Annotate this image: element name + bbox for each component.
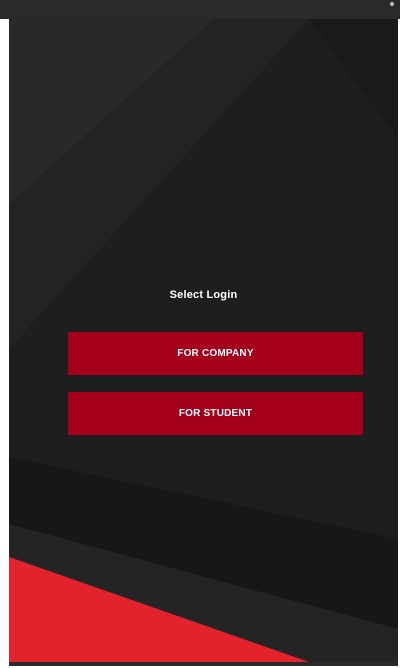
for-student-button[interactable]: FOR STUDENT [68,392,363,435]
bottom-edge [9,662,398,666]
status-strip [0,0,400,19]
for-company-button[interactable]: FOR COMPANY [68,332,363,375]
app-frame: Select Login FOR COMPANY FOR STUDENT [0,0,407,668]
login-screen: Select Login FOR COMPANY FOR STUDENT [9,19,398,662]
page-title: Select Login [169,289,238,301]
status-dot [390,2,394,6]
